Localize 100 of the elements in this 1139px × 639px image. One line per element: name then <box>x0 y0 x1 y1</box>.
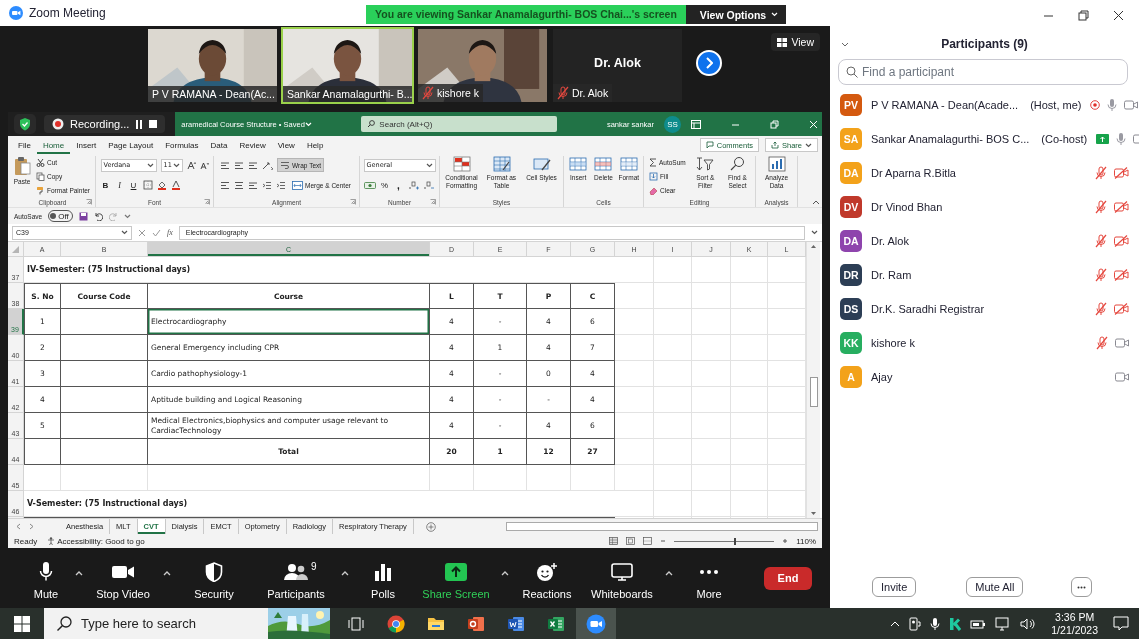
search-icon <box>728 156 747 172</box>
bold-button[interactable]: B <box>100 180 111 190</box>
vertical-scrollbar[interactable] <box>806 242 820 518</box>
participant-name: P V RAMANA - Dean(Ac... <box>152 88 275 100</box>
chevron-down-icon <box>121 230 128 235</box>
toolbar-button[interactable]: Stop Video <box>86 556 160 600</box>
end-meeting-button[interactable]: End <box>764 566 812 590</box>
next-sheet-icon[interactable] <box>29 523 34 530</box>
browser-icon <box>387 614 405 633</box>
more-button[interactable] <box>1071 577 1093 597</box>
participant-row[interactable]: DR Dr. Ram <box>830 258 1139 292</box>
search-icon <box>367 120 376 128</box>
view-button[interactable]: View <box>771 33 820 51</box>
video-tile[interactable]: P V RAMANA - Dean(Ac... <box>146 27 279 104</box>
toolbar-button[interactable]: Share Screen <box>414 556 498 600</box>
zoom-slider-thumb[interactable] <box>734 537 737 545</box>
share-icon <box>771 141 779 149</box>
add-sheet-icon[interactable] <box>425 521 436 532</box>
smiley-icon <box>536 562 558 582</box>
scrollbar-thumb[interactable] <box>809 377 818 407</box>
toolbar-button[interactable]: Reactions <box>512 556 582 600</box>
notifications-icon[interactable] <box>1113 615 1129 632</box>
toolbar-button[interactable]: Security <box>174 556 254 600</box>
toolbar-button[interactable]: Polls <box>352 556 414 600</box>
menu-tab[interactable]: Insert <box>70 136 103 154</box>
more-icon <box>1077 585 1087 589</box>
save-icon[interactable] <box>78 211 88 221</box>
menu-tab[interactable]: Review <box>233 136 272 154</box>
toolbar-button[interactable]: 9 Participants <box>254 556 338 600</box>
cancel-icon[interactable] <box>138 228 146 237</box>
menu-tab[interactable]: Formulas <box>159 136 205 154</box>
italic-button[interactable]: I <box>114 180 125 190</box>
app-tray-icon[interactable] <box>949 616 962 631</box>
camera-icon[interactable] <box>909 616 922 631</box>
page-break-view-icon[interactable] <box>643 537 653 545</box>
video-tile[interactable]: Sankar Anamalagurthi- B... <box>281 27 414 104</box>
toolbar-button[interactable]: More <box>676 556 742 600</box>
participant-row[interactable]: DV Dr Vinod Bhan <box>830 190 1139 224</box>
panel-button[interactable]: Invite <box>872 577 917 597</box>
stop-icon[interactable] <box>149 120 158 128</box>
participant-name: kishore k <box>871 337 916 349</box>
menu-tab[interactable]: Data <box>204 136 234 154</box>
underline-button[interactable]: U <box>128 180 139 190</box>
video-tile[interactable]: kishore k <box>416 27 549 104</box>
video-tile[interactable]: Dr. Alok Dr. Alok <box>551 27 684 104</box>
microphone-icon <box>930 616 941 631</box>
chevron-up-icon <box>341 570 349 576</box>
taskbar-button[interactable] <box>576 608 616 639</box>
search-box[interactable]: Find a participant <box>838 59 1128 85</box>
participant-row[interactable]: A Ajay <box>830 360 1139 394</box>
user-avatar[interactable]: SS <box>664 115 681 133</box>
toolbar-button[interactable]: Whiteboards <box>582 556 662 600</box>
cell-styles-icon <box>532 156 551 172</box>
chevron-down-icon[interactable] <box>841 41 849 47</box>
restore-icon[interactable] <box>770 119 779 129</box>
ribbon-display-icon[interactable] <box>691 119 701 129</box>
panel-title: Participants (9) <box>940 37 1029 51</box>
comma-style-button[interactable]: , <box>393 179 404 191</box>
avatar: DV <box>840 196 862 218</box>
percent-button[interactable]: % <box>379 180 390 190</box>
search-box[interactable]: Search (Alt+Q) <box>361 116 558 132</box>
participant-row[interactable]: DA Dr Aparna R.Bitla <box>830 156 1139 190</box>
table-icon <box>492 156 511 172</box>
insert-function-button[interactable]: fx <box>167 228 173 237</box>
camera-off-icon <box>1114 201 1129 213</box>
menu-tab[interactable]: View <box>271 136 301 154</box>
network-icon[interactable] <box>995 616 1012 631</box>
search-field[interactable]: Type here to search <box>81 616 259 631</box>
muted-microphone-icon <box>422 86 434 100</box>
menu-tab[interactable]: Help <box>300 136 330 154</box>
text-orientation-icon <box>262 160 275 170</box>
pause-icon[interactable] <box>135 119 144 129</box>
undo-icon[interactable] <box>93 211 103 221</box>
recording-label: Recording... <box>70 118 130 130</box>
speaker-icon[interactable] <box>1020 617 1037 630</box>
participant-row[interactable]: KK kishore k <box>830 326 1139 360</box>
clock[interactable]: 3:36 PM 1/21/2023 <box>1051 610 1098 637</box>
zoom-in-icon[interactable] <box>782 538 789 544</box>
participant-row[interactable]: PV P V RAMANA - Dean(Acade... (Host, me) <box>830 88 1139 122</box>
search-field[interactable]: Find a participant <box>862 65 1120 79</box>
page-layout-view-icon[interactable] <box>626 537 636 545</box>
battery-icon[interactable] <box>970 618 987 629</box>
collapse-ribbon-icon[interactable] <box>812 200 820 205</box>
search-box[interactable]: Type here to search <box>44 608 330 639</box>
previous-sheet-icon[interactable] <box>16 523 21 530</box>
search-field[interactable]: Search (Alt+Q) <box>379 119 552 129</box>
normal-view-icon[interactable] <box>609 537 619 545</box>
participant-row[interactable]: DS Dr.K. Saradhi Registrar <box>830 292 1139 326</box>
show-hidden-icons-icon[interactable] <box>890 620 901 627</box>
participant-row[interactable]: DA Dr. Alok <box>830 224 1139 258</box>
close-icon[interactable] <box>1113 9 1124 21</box>
view-options-button[interactable]: View Options <box>685 5 787 24</box>
next-page-button[interactable] <box>696 50 722 76</box>
participant-row[interactable]: SA Sankar Anamalagurthi- BOS C... (Co-host) <box>830 122 1139 156</box>
restore-icon[interactable] <box>1078 9 1089 21</box>
menu-tab[interactable]: Page Layout <box>102 136 160 154</box>
menu-tab[interactable]: Home <box>36 136 71 154</box>
toolbar-button[interactable]: Mute <box>20 556 72 600</box>
menu-tab[interactable]: File <box>12 136 37 154</box>
panel-button[interactable]: Mute All <box>966 577 1024 597</box>
